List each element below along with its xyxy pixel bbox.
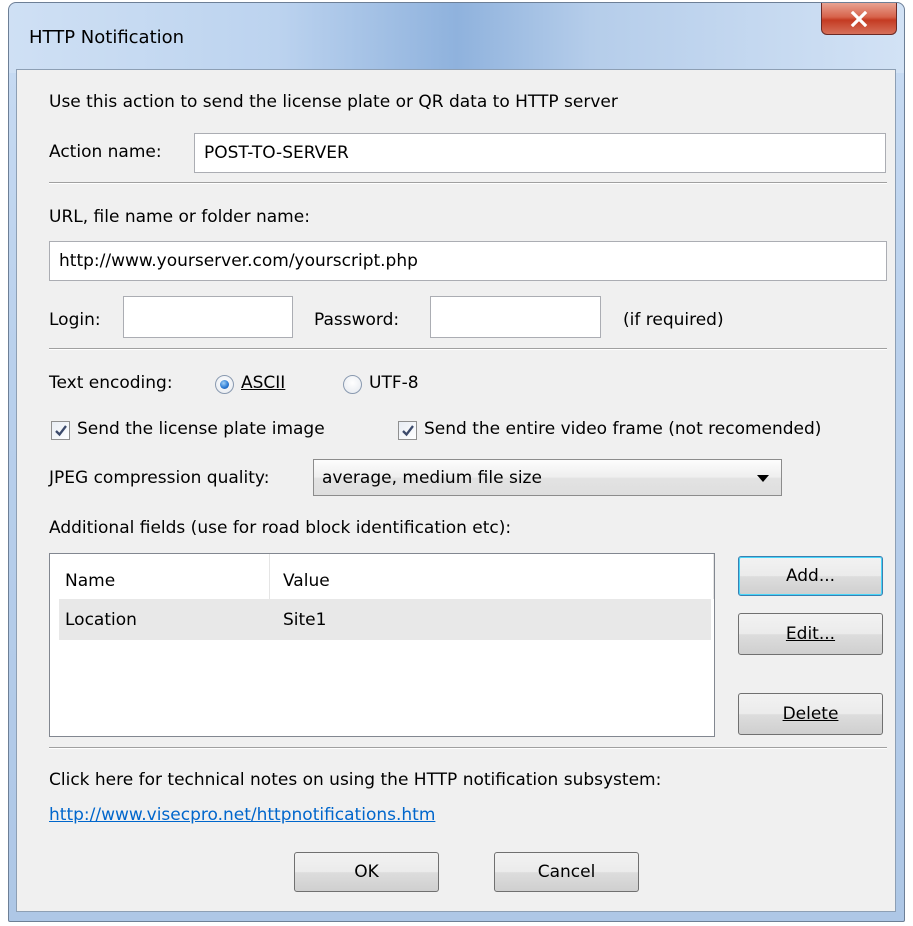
action-name-input[interactable]: POST-TO-SERVER — [194, 133, 886, 173]
url-value: http://www.yourserver.com/yourscript.php — [59, 251, 418, 271]
encoding-utf8-radio[interactable] — [343, 375, 362, 394]
window-title: HTTP Notification — [29, 27, 185, 48]
jpeg-quality-label: JPEG compression quality: — [49, 468, 270, 488]
close-button[interactable] — [821, 3, 897, 35]
url-input[interactable]: http://www.yourserver.com/yourscript.php — [49, 241, 887, 281]
jpeg-quality-select[interactable]: average, medium file size — [313, 459, 782, 496]
plate-image-label[interactable]: Send the license plate image — [77, 419, 325, 439]
checkmark-icon — [401, 425, 414, 437]
column-divider[interactable] — [713, 554, 714, 599]
close-x-icon — [850, 10, 868, 27]
action-name-value: POST-TO-SERVER — [204, 143, 349, 163]
delete-button-text: Delete — [782, 704, 839, 724]
notes-text: Click here for technical notes on using … — [49, 770, 662, 790]
checkmark-icon — [54, 425, 67, 437]
row-value-cell: Site1 — [283, 610, 327, 630]
encoding-ascii-label[interactable]: ASCII — [241, 373, 285, 393]
credentials-hint: (if required) — [623, 310, 724, 330]
add-button[interactable]: Add... — [738, 556, 883, 596]
edit-button[interactable]: Edit... — [738, 613, 883, 655]
ok-button[interactable]: OK — [294, 852, 439, 892]
encoding-label: Text encoding: — [49, 373, 173, 393]
row-name-cell: Location — [65, 610, 137, 630]
delete-button[interactable]: Delete — [738, 693, 883, 735]
column-header-value[interactable]: Value — [283, 571, 330, 591]
table-row[interactable]: Location Site1 — [59, 599, 711, 640]
separator-3 — [49, 747, 887, 749]
edit-button-text: Edit... — [785, 624, 836, 644]
column-divider[interactable] — [269, 554, 270, 599]
encoding-utf8-label[interactable]: UTF-8 — [369, 373, 419, 393]
separator-2 — [49, 348, 887, 350]
cancel-button[interactable]: Cancel — [494, 852, 639, 892]
chevron-down-icon — [757, 474, 769, 482]
login-label: Login: — [49, 310, 101, 330]
column-header-name[interactable]: Name — [65, 571, 115, 591]
video-frame-checkbox[interactable] — [398, 421, 417, 440]
plate-image-checkbox[interactable] — [51, 421, 70, 440]
video-frame-label[interactable]: Send the entire video frame (not recomen… — [424, 419, 821, 439]
jpeg-quality-value: average, medium file size — [322, 467, 542, 488]
encoding-ascii-radio[interactable] — [215, 375, 234, 394]
edit-button-label: Edit... — [786, 624, 835, 644]
title-bar[interactable]: HTTP Notification — [9, 3, 904, 73]
additional-fields-label: Additional fields (use for road block id… — [49, 518, 512, 538]
list-header: Name Value — [50, 554, 714, 599]
url-label: URL, file name or folder name: — [49, 207, 310, 227]
notes-link[interactable]: http://www.visecpro.net/httpnotification… — [49, 805, 435, 825]
delete-button-label: Delete — [783, 704, 839, 724]
separator-1 — [49, 182, 887, 184]
password-input[interactable] — [430, 296, 601, 338]
password-label: Password: — [314, 310, 400, 330]
dialog-client-area: Use this action to send the license plat… — [16, 69, 896, 912]
encoding-ascii-text: ASCII — [241, 373, 286, 393]
radio-selected-dot — [220, 380, 229, 389]
additional-fields-list[interactable]: Name Value Location Site1 — [49, 553, 715, 737]
intro-text: Use this action to send the license plat… — [49, 92, 618, 112]
login-input[interactable] — [123, 296, 293, 338]
action-name-label: Action name: — [49, 142, 162, 162]
